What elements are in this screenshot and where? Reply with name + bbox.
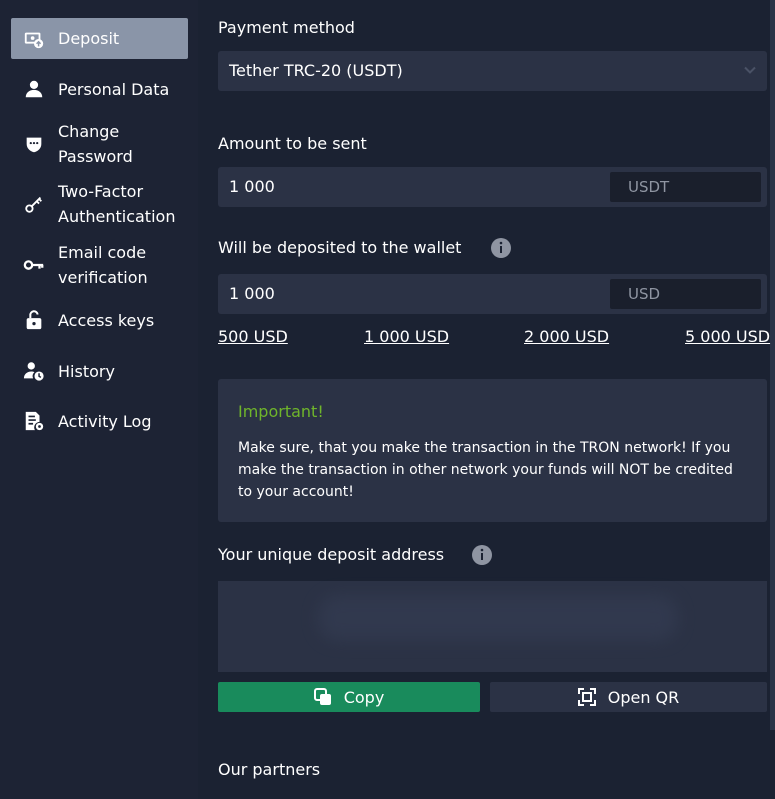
log-icon: [22, 409, 46, 433]
quick-amount-5000[interactable]: 5 000 USD: [685, 327, 770, 346]
open-qr-button[interactable]: Open QR: [490, 682, 767, 712]
deposit-address-field[interactable]: [218, 581, 767, 672]
sidebar-item-history[interactable]: History: [11, 358, 188, 384]
sidebar-item-personal-data[interactable]: Personal Data: [11, 76, 188, 102]
chevron-down-icon: [744, 66, 756, 74]
payment-method-select[interactable]: Tether TRC-20 (USDT): [218, 51, 767, 91]
important-notice: Important! Make sure, that you make the …: [218, 379, 767, 522]
payment-method-value: Tether TRC-20 (USDT): [229, 61, 403, 80]
copy-button[interactable]: Copy: [218, 682, 480, 712]
sidebar-item-email-code[interactable]: Email code verification: [11, 240, 188, 290]
sidebar-item-label: History: [58, 361, 115, 381]
address-label: Your unique deposit address: [218, 545, 445, 564]
deposited-value: 1 000: [229, 284, 275, 303]
sidebar: Deposit Personal Data Change Password Tw…: [0, 0, 198, 799]
sidebar-item-activity-log[interactable]: Activity Log: [11, 408, 188, 434]
blurred-address: [318, 595, 678, 641]
deposit-panel: Payment method Tether TRC-20 (USDT) Amou…: [198, 0, 775, 799]
sidebar-item-label: Change Password: [58, 122, 133, 166]
deposited-label: Will be deposited to the wallet: [218, 238, 462, 257]
copy-icon: [313, 688, 331, 705]
quick-amount-1000[interactable]: 1 000 USD: [364, 327, 449, 346]
notice-text: Make sure, that you make the transaction…: [238, 440, 733, 500]
amount-label: Amount to be sent: [218, 134, 367, 153]
deposit-icon: [22, 27, 46, 51]
key-icon: [22, 192, 46, 216]
partners-label: Our partners: [218, 760, 321, 779]
quick-amount-2000[interactable]: 2 000 USD: [524, 327, 609, 346]
amount-value: 1 000: [229, 177, 275, 196]
notice-title: Important!: [238, 402, 324, 421]
sidebar-item-label: Personal Data: [58, 79, 170, 99]
sidebar-item-change-password[interactable]: Change Password: [11, 119, 188, 169]
info-icon[interactable]: [471, 544, 493, 566]
deposited-currency: USD: [610, 279, 761, 309]
sidebar-item-deposit[interactable]: Deposit: [11, 18, 188, 59]
sidebar-item-label: Email code verification: [58, 243, 148, 287]
user-icon: [22, 77, 46, 101]
copy-label: Copy: [343, 687, 385, 707]
sidebar-item-access-keys[interactable]: Access keys: [11, 307, 188, 333]
amount-currency: USDT: [610, 172, 761, 202]
sidebar-item-label: Deposit: [58, 29, 120, 48]
info-icon[interactable]: [490, 237, 512, 259]
amount-input[interactable]: 1 000 USDT: [218, 167, 767, 207]
sidebar-item-label: Two-Factor Authentication: [58, 182, 176, 226]
sidebar-item-label: Activity Log: [58, 411, 152, 431]
scrollbar[interactable]: [770, 0, 775, 730]
payment-method-label: Payment method: [218, 18, 355, 37]
shield-icon: [22, 132, 46, 156]
open-qr-label: Open QR: [607, 687, 680, 707]
user-clock-icon: [22, 359, 46, 383]
qr-icon: [577, 688, 596, 706]
key-icon: [22, 253, 46, 277]
quick-amount-500[interactable]: 500 USD: [218, 327, 288, 346]
sidebar-item-label: Access keys: [58, 310, 155, 330]
deposited-input[interactable]: 1 000 USD: [218, 274, 767, 314]
unlock-icon: [22, 308, 46, 332]
sidebar-item-two-factor[interactable]: Two-Factor Authentication: [11, 179, 188, 229]
